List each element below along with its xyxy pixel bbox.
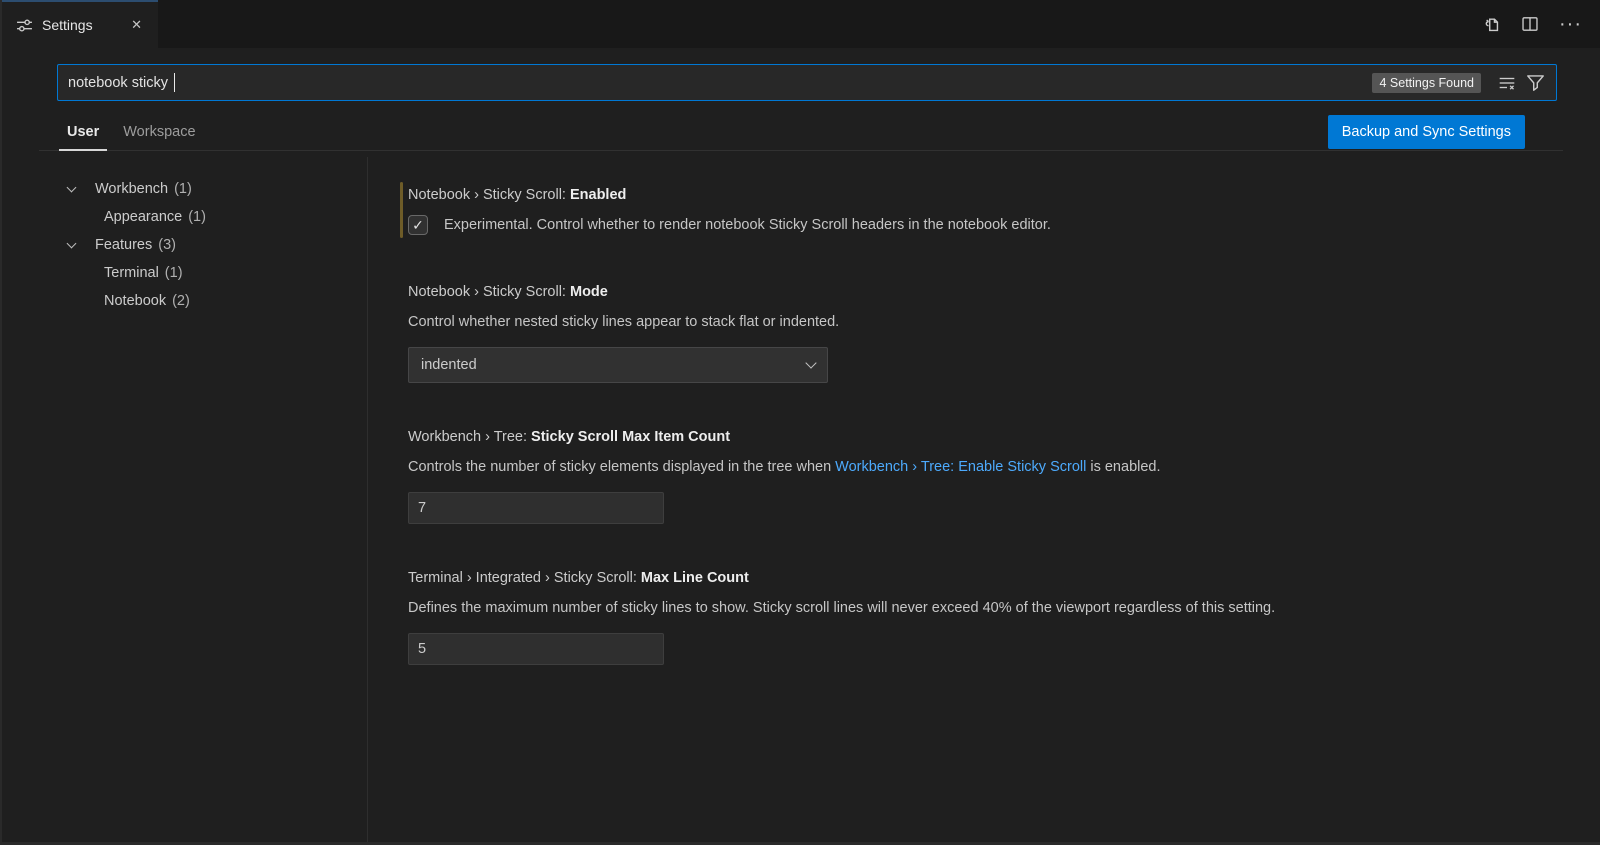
toc-item-count: (1) xyxy=(165,265,183,281)
scope-tabs-divider xyxy=(39,150,1563,151)
related-setting-link[interactable]: Workbench › Tree: Enable Sticky Scroll xyxy=(835,459,1086,475)
settings-search-input[interactable]: notebook sticky 4 Settings Found xyxy=(57,64,1557,101)
setting-description: Experimental. Control whether to render … xyxy=(444,215,1051,235)
settings-toc-tree: Workbench (1) Appearance (1) Features (3… xyxy=(2,157,367,842)
search-row: notebook sticky 4 Settings Found xyxy=(2,48,1600,101)
toc-item-appearance[interactable]: Appearance (1) xyxy=(2,203,367,231)
toc-item-notebook[interactable]: Notebook (2) xyxy=(2,287,367,315)
select-value: indented xyxy=(421,357,807,373)
backup-and-sync-settings-button[interactable]: Backup and Sync Settings xyxy=(1328,115,1525,149)
settings-editor-window: Settings ✕ ··· noteboo xyxy=(2,0,1600,842)
settings-content: Workbench (1) Appearance (1) Features (3… xyxy=(2,157,1600,842)
split-editor-icon[interactable] xyxy=(1521,15,1539,33)
toc-item-label: Workbench xyxy=(95,181,168,197)
setting-title: Terminal › Integrated › Sticky Scroll: M… xyxy=(408,568,1530,588)
checkbox-checked[interactable]: ✓ xyxy=(408,215,428,235)
setting-description: Defines the maximum number of sticky lin… xyxy=(408,598,1530,618)
scope-tabs: User Workspace xyxy=(65,113,198,151)
chevron-down-icon[interactable] xyxy=(68,188,95,191)
text-caret xyxy=(174,73,176,92)
tab-user[interactable]: User xyxy=(65,113,101,151)
setting-title: Notebook › Sticky Scroll: Mode xyxy=(408,282,1530,302)
setting-terminal-sticky-scroll-max-line-count: Terminal › Integrated › Sticky Scroll: M… xyxy=(408,568,1530,665)
editor-tab-strip: Settings ✕ ··· xyxy=(2,0,1600,48)
search-query-text: notebook sticky xyxy=(68,75,168,91)
toc-item-label: Appearance xyxy=(104,209,182,225)
toc-item-label: Notebook xyxy=(104,293,166,309)
setting-title: Notebook › Sticky Scroll: Enabled xyxy=(408,185,1530,205)
toc-item-label: Features xyxy=(95,237,152,253)
setting-notebook-sticky-scroll-mode: Notebook › Sticky Scroll: Mode Control w… xyxy=(408,282,1530,383)
toc-item-label: Terminal xyxy=(104,265,159,281)
toc-item-count: (2) xyxy=(172,293,190,309)
settings-sliders-icon xyxy=(16,17,33,34)
toc-item-workbench[interactable]: Workbench (1) xyxy=(2,175,367,203)
toc-item-count: (1) xyxy=(174,181,192,197)
modified-indicator xyxy=(400,182,403,238)
settings-list: Notebook › Sticky Scroll: Enabled ✓ Expe… xyxy=(368,157,1600,842)
setting-notebook-sticky-scroll-enabled: Notebook › Sticky Scroll: Enabled ✓ Expe… xyxy=(408,185,1530,235)
tab-close-icon[interactable]: ✕ xyxy=(127,15,146,35)
setting-description: Controls the number of sticky elements d… xyxy=(408,457,1530,477)
chevron-down-icon xyxy=(805,357,816,368)
editor-actions: ··· xyxy=(1482,0,1600,48)
mode-select-dropdown[interactable]: indented xyxy=(408,347,828,383)
toc-item-terminal[interactable]: Terminal (1) xyxy=(2,259,367,287)
boolean-control-row: ✓ Experimental. Control whether to rende… xyxy=(408,215,1530,235)
setting-tree-sticky-scroll-max-item-count: Workbench › Tree: Sticky Scroll Max Item… xyxy=(408,427,1530,524)
tab-settings[interactable]: Settings ✕ xyxy=(2,0,158,48)
tab-title: Settings xyxy=(42,17,118,33)
max-line-count-input[interactable] xyxy=(408,633,664,665)
chevron-down-icon[interactable] xyxy=(68,244,95,247)
open-settings-json-icon[interactable] xyxy=(1482,15,1501,34)
clear-search-icon[interactable] xyxy=(1495,71,1519,95)
setting-description: Control whether nested sticky lines appe… xyxy=(408,312,1530,332)
check-icon: ✓ xyxy=(412,218,424,232)
setting-title: Workbench › Tree: Sticky Scroll Max Item… xyxy=(408,427,1530,447)
scope-row: User Workspace Backup and Sync Settings xyxy=(65,113,1525,151)
toc-item-count: (3) xyxy=(158,237,176,253)
more-actions-icon[interactable]: ··· xyxy=(1559,19,1582,29)
filter-icon[interactable] xyxy=(1523,70,1548,95)
toc-item-count: (1) xyxy=(188,209,206,225)
results-count-badge: 4 Settings Found xyxy=(1372,73,1481,93)
toc-item-features[interactable]: Features (3) xyxy=(2,231,367,259)
tab-workspace[interactable]: Workspace xyxy=(121,113,197,151)
max-item-count-input[interactable] xyxy=(408,492,664,524)
